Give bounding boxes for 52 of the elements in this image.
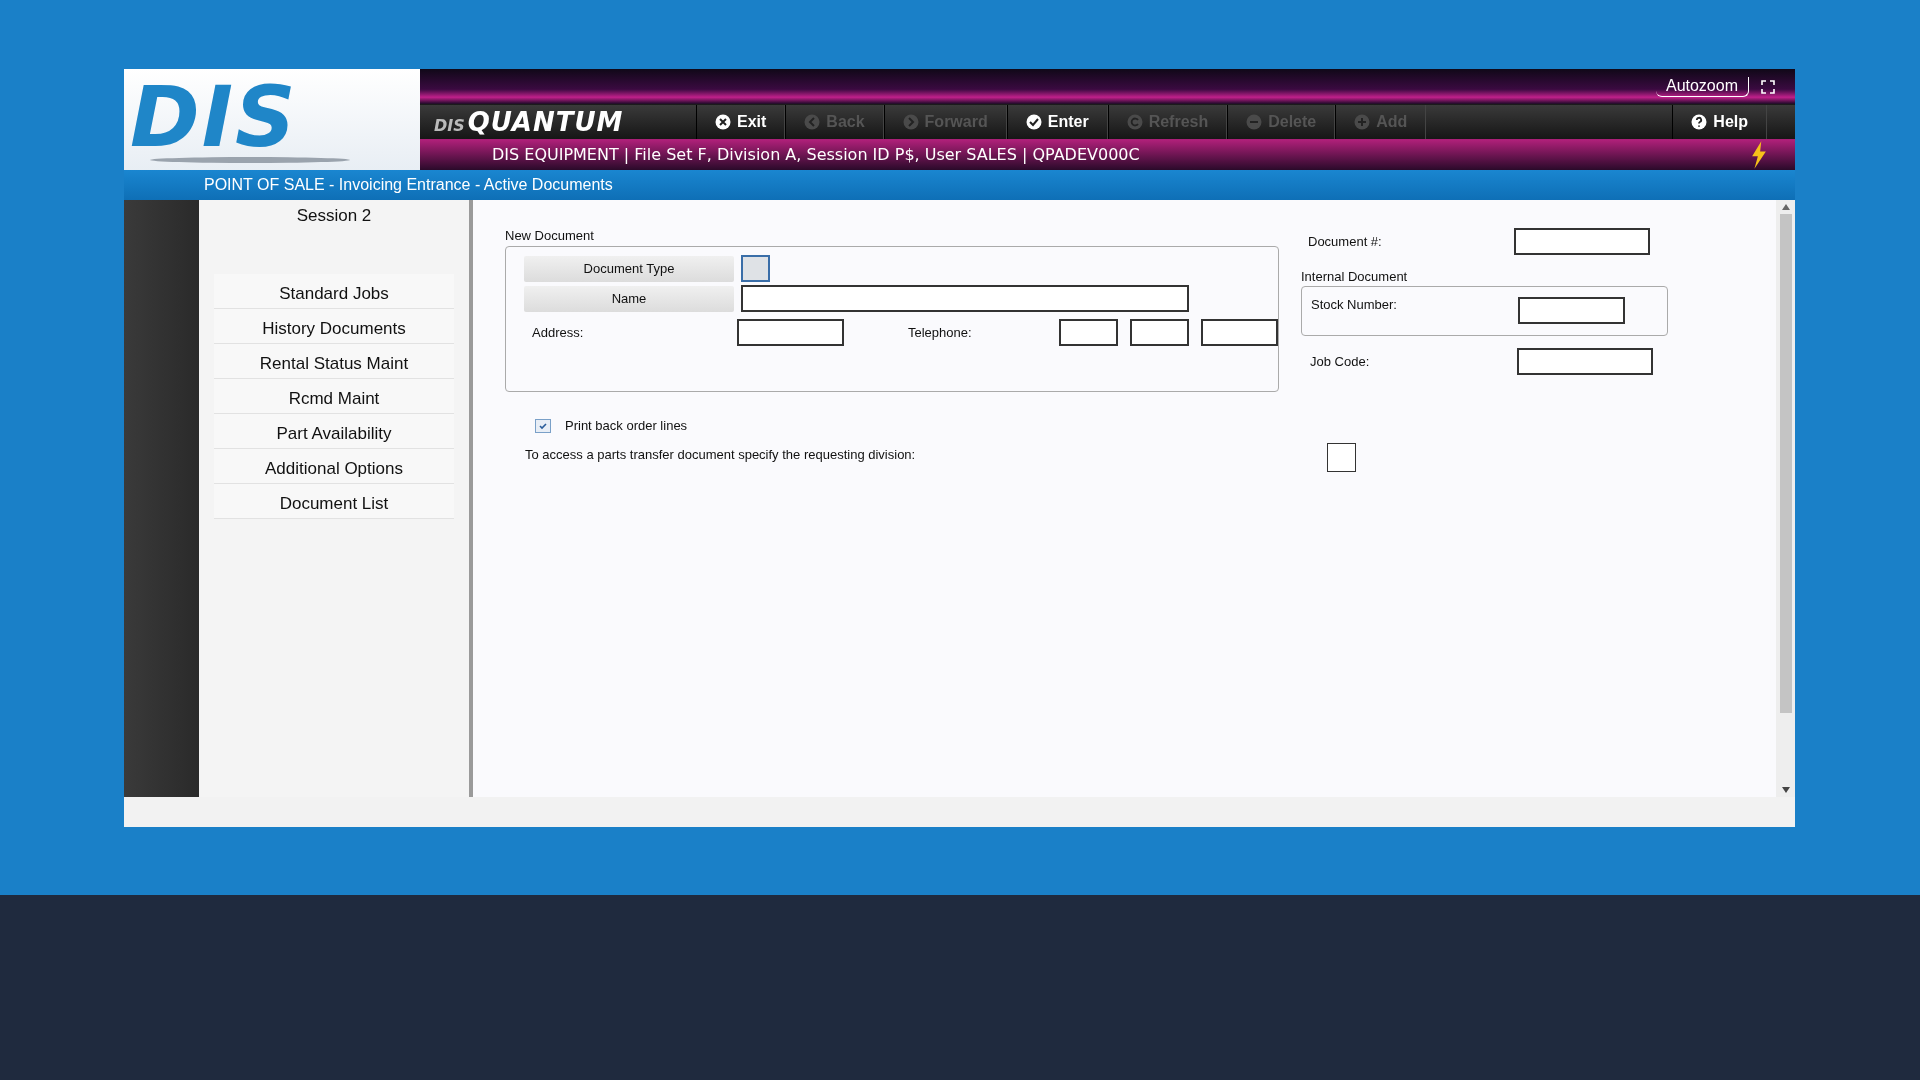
sidebar-item[interactable]: Standard Jobs (214, 274, 454, 309)
autozoom-button[interactable]: Autozoom (1655, 77, 1749, 97)
checkmark-icon (1025, 114, 1042, 130)
sidebar-item[interactable]: Rcmd Maint (214, 379, 454, 414)
company-logo: DIS (130, 76, 298, 157)
toolbar-button[interactable]: Exit (696, 105, 786, 139)
lightning-icon (1751, 140, 1767, 169)
toolbar-button[interactable]: Enter (1006, 105, 1108, 139)
address-field[interactable] (736, 319, 844, 346)
minus-icon (1246, 114, 1263, 130)
checkbox[interactable] (535, 418, 551, 433)
sidebar-item[interactable]: Additional Options (214, 449, 454, 484)
sidebar-item[interactable]: History Documents (214, 309, 454, 344)
field-label: Stock Number: (1311, 297, 1398, 312)
scroll-thumb[interactable] (1779, 214, 1792, 713)
scroll-down-icon[interactable] (1781, 787, 1790, 793)
product-name: QUANTUM (467, 107, 624, 137)
product-prefix: DIS (434, 116, 465, 135)
transfer-prompt: To access a parts transfer document specify the requesting division: (525, 447, 917, 462)
sidebar-item[interactable]: Rental Status Maint (214, 344, 454, 379)
telephone-field[interactable] (1201, 319, 1278, 346)
field-label: Telephone: (907, 325, 973, 340)
field-label: Document #: (1307, 234, 1383, 249)
sidebar-item[interactable]: Document List (214, 484, 454, 519)
name-field[interactable] (741, 285, 1189, 312)
job-code-field[interactable] (1517, 348, 1653, 375)
telephone-field[interactable] (1059, 319, 1118, 346)
section-label: Internal Document (1301, 269, 1409, 284)
telephone-field[interactable] (1130, 319, 1189, 346)
stock-number-field[interactable] (1518, 297, 1625, 324)
refresh-icon (1126, 114, 1143, 130)
document-type-field[interactable] (741, 255, 770, 282)
field-label: Document Type (524, 255, 734, 282)
sidebar-item[interactable]: Part Availability (214, 414, 454, 449)
checkmark-icon (538, 420, 548, 431)
field-label: Job Code: (1309, 354, 1371, 369)
session-info: DIS EQUIPMENT | File Set F, Division A, Session ID P$, User SALES | QPADEV000C (492, 145, 1141, 164)
division-field[interactable] (1327, 443, 1356, 472)
document-number-field[interactable] (1514, 228, 1650, 255)
plus-icon (1354, 114, 1371, 130)
scrollbar[interactable] (1776, 200, 1795, 797)
scroll-up-icon[interactable] (1781, 204, 1790, 210)
field-label: Name (524, 285, 734, 312)
help-icon (1691, 114, 1708, 130)
section-label: New Document (505, 228, 595, 243)
fullscreen-icon[interactable] (1761, 80, 1775, 94)
help-button[interactable]: Help (1672, 105, 1767, 139)
field-label: Address: (531, 325, 585, 340)
close-icon (715, 114, 731, 130)
session-label: Session 2 (296, 206, 372, 226)
checkbox-label: Print back order lines (565, 418, 688, 433)
page-title: POINT OF SALE - Invoicing Entrance - Active Documents (204, 176, 613, 194)
